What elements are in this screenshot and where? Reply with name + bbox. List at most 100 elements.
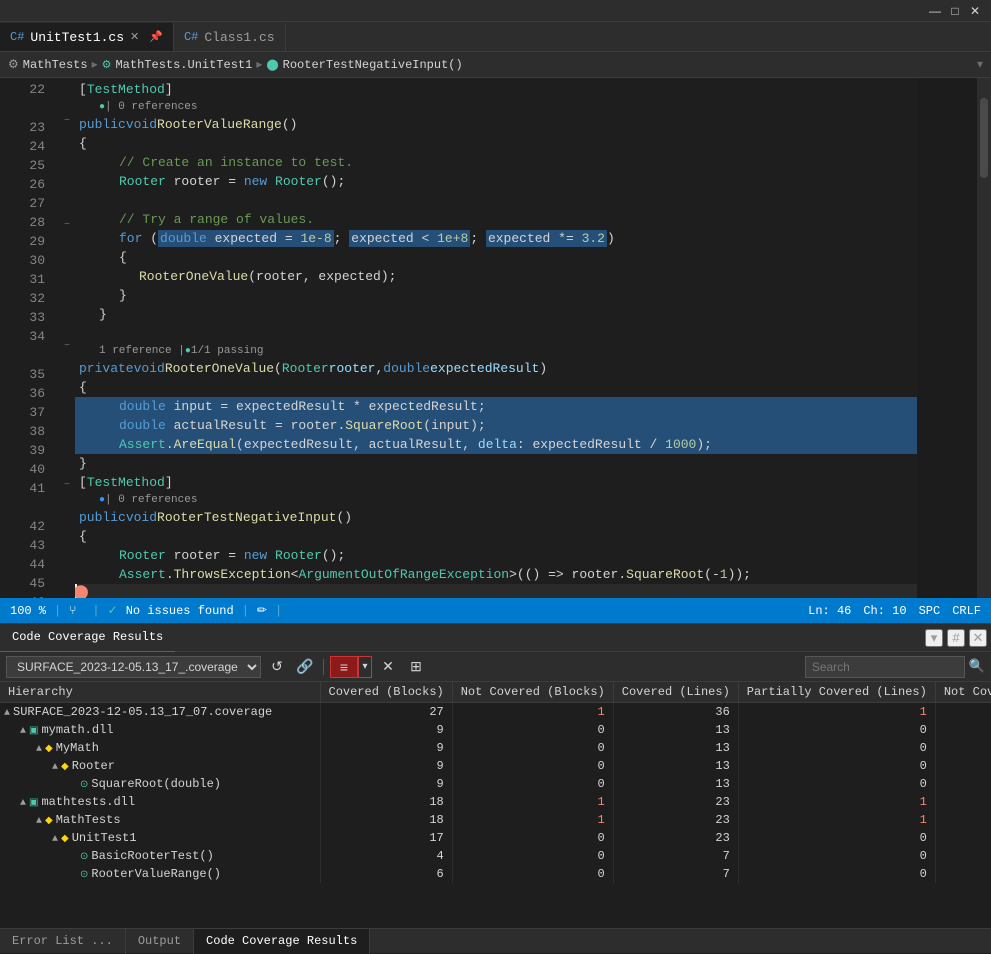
panel-dropdown-btn[interactable]: ▾ bbox=[925, 629, 943, 647]
th-not-covered-lines[interactable]: Not Covered (Lines bbox=[935, 682, 991, 703]
table-row[interactable]: ⊙SquareRoot(double) 9 0 13 0 0 bbox=[0, 775, 991, 793]
code-line-46: ⬤ } bbox=[75, 584, 917, 598]
scrollbar-thumb[interactable] bbox=[980, 98, 988, 178]
line-ending-info: CRLF bbox=[952, 604, 981, 618]
tab-unittest1cs[interactable]: C# UnitTest1.cs ✕ 📌 bbox=[0, 23, 174, 51]
code-line-44: Rooter rooter = new Rooter(); bbox=[75, 546, 917, 565]
breadcrumb-mathtest[interactable]: MathTests bbox=[23, 58, 88, 72]
coverage-table-body: ▲SURFACE_2023-12-05.13_17_07.coverage 27… bbox=[0, 703, 991, 884]
code-line-29: for (double expected = 1e-8; expected < … bbox=[75, 229, 917, 248]
th-covered-lines[interactable]: Covered (Lines) bbox=[613, 682, 738, 703]
line-num-31: 31 bbox=[8, 270, 51, 289]
table-row[interactable]: ⊙BasicRooterTest() 4 0 7 0 0 bbox=[0, 847, 991, 865]
line-num-38: 38 bbox=[8, 422, 51, 441]
editor-scrollbar[interactable] bbox=[977, 78, 991, 598]
code-line-37: double input = expectedResult * expected… bbox=[75, 397, 917, 416]
zoom-level[interactable]: 100 % bbox=[10, 604, 46, 618]
title-bar: — □ ✕ bbox=[0, 0, 991, 22]
highlight-arrow-btn[interactable]: ▾ bbox=[358, 656, 372, 678]
minimize-button[interactable]: — bbox=[927, 3, 943, 19]
panel-close-btn[interactable]: ✕ bbox=[969, 629, 987, 647]
export-btn[interactable]: ⊞ bbox=[404, 656, 428, 678]
table-row[interactable]: ▲▣mymath.dll 9 0 13 0 0 bbox=[0, 721, 991, 739]
code-editor[interactable]: [TestMethod] ● | 0 references public voi… bbox=[75, 78, 917, 598]
issues-text: No issues found bbox=[126, 604, 234, 618]
line-num-36: 36 bbox=[8, 384, 51, 403]
bottom-tab-coverage-results[interactable]: Code Coverage Results bbox=[194, 929, 370, 954]
line-num-23: 23 bbox=[8, 118, 51, 137]
link-btn[interactable]: 🔗 bbox=[293, 656, 317, 678]
panel-tab-coverage[interactable]: Code Coverage Results bbox=[0, 624, 175, 652]
breadcrumb-method-icon: ⬤ bbox=[266, 58, 278, 72]
th-not-covered-blocks[interactable]: Not Covered (Blocks) bbox=[452, 682, 613, 703]
breadcrumb-unittest[interactable]: MathTests.UnitTest1 bbox=[115, 58, 252, 72]
line-num-27: 27 bbox=[8, 194, 51, 213]
code-line-35: private void RooterOneValue(Rooter roote… bbox=[75, 359, 917, 378]
panel-tabs-left: Code Coverage Results bbox=[0, 624, 175, 652]
table-row[interactable]: ⊙RooterValueRange() 6 0 7 0 0 bbox=[0, 865, 991, 883]
maximize-button[interactable]: □ bbox=[947, 3, 963, 19]
close-button[interactable]: ✕ bbox=[967, 3, 983, 19]
toolbar-sep-1 bbox=[323, 659, 324, 675]
line-num-34: 34 bbox=[8, 327, 51, 346]
line-num-24: 24 bbox=[8, 137, 51, 156]
bottom-tab-error-list[interactable]: Error List ... bbox=[0, 929, 126, 954]
highlight-btn[interactable]: ≡ bbox=[330, 656, 358, 678]
table-row[interactable]: ▲SURFACE_2023-12-05.13_17_07.coverage 27… bbox=[0, 703, 991, 722]
th-partially-covered[interactable]: Partially Covered (Lines) bbox=[738, 682, 935, 703]
tab-close-icon[interactable]: ✕ bbox=[130, 30, 139, 44]
tab-pin-icon: 📌 bbox=[149, 30, 163, 44]
table-header-row: Hierarchy Covered (Blocks) Not Covered (… bbox=[0, 682, 991, 703]
code-line-25: // Create an instance to test. bbox=[75, 153, 917, 172]
delete-btn[interactable]: ✕ bbox=[376, 656, 400, 678]
collapse-btn-42[interactable]: − bbox=[59, 477, 75, 494]
panel-tab-bar: Code Coverage Results ▾ # ✕ bbox=[0, 624, 991, 652]
code-line-22: [TestMethod] bbox=[75, 80, 917, 99]
th-covered-blocks[interactable]: Covered (Blocks) bbox=[320, 682, 452, 703]
table-row[interactable]: ▲◆MathTests 18 1 23 1 0 bbox=[0, 811, 991, 829]
coverage-toolbar: SURFACE_2023-12-05.13_17_.coverage ↺ 🔗 ≡… bbox=[0, 652, 991, 682]
collapse-btn-23[interactable]: − bbox=[59, 113, 75, 130]
code-ref-35: 1 reference | ● 1/1 passing bbox=[75, 343, 917, 359]
coverage-table-wrapper[interactable]: Hierarchy Covered (Blocks) Not Covered (… bbox=[0, 682, 991, 928]
code-line-45: Assert.ThrowsException<ArgumentOutOfRang… bbox=[75, 565, 917, 584]
line-num-42: 42 bbox=[8, 517, 51, 536]
line-num-37: 37 bbox=[8, 403, 51, 422]
table-row[interactable]: ▲▣mathtests.dll 18 1 23 1 0 bbox=[0, 793, 991, 811]
code-line-28: // Try a range of values. bbox=[75, 210, 917, 229]
panel-pin-btn[interactable]: # bbox=[947, 629, 965, 647]
coverage-file-dropdown[interactable]: SURFACE_2023-12-05.13_17_.coverage bbox=[6, 656, 261, 678]
search-input[interactable] bbox=[805, 656, 965, 678]
line-num-46: 46 bbox=[8, 593, 51, 598]
line-num-41a: 41 bbox=[8, 479, 51, 498]
code-line-32: } bbox=[75, 286, 917, 305]
code-line-33: } bbox=[75, 305, 917, 324]
tab-class1cs[interactable]: C# Class1.cs bbox=[174, 23, 286, 51]
refresh-btn[interactable]: ↺ bbox=[265, 656, 289, 678]
collapse-btn-35[interactable]: − bbox=[59, 338, 75, 355]
code-ref-23: ● | 0 references bbox=[75, 99, 917, 115]
col-info: Ch: 10 bbox=[863, 604, 906, 618]
window-controls[interactable]: — □ ✕ bbox=[927, 3, 983, 19]
bottom-tab-bar: Error List ... Output Code Coverage Resu… bbox=[0, 928, 991, 953]
line-num-35a bbox=[8, 346, 51, 365]
code-line-36: { bbox=[75, 378, 917, 397]
breadcrumb-icon: ⚙ bbox=[8, 57, 19, 72]
code-line-42: public void RooterTestNegativeInput() bbox=[75, 508, 917, 527]
table-row[interactable]: ▲◆MyMath 9 0 13 0 0 bbox=[0, 739, 991, 757]
issues-check-icon: ✓ bbox=[108, 603, 118, 618]
th-hierarchy[interactable]: Hierarchy bbox=[0, 682, 320, 703]
status-sep-4: | bbox=[275, 604, 282, 618]
breadcrumb-method[interactable]: RooterTestNegativeInput() bbox=[283, 58, 463, 72]
line-num-23a bbox=[8, 99, 51, 118]
collapse-btn-29[interactable]: − bbox=[59, 217, 75, 234]
panel-controls: ▾ # ✕ bbox=[925, 629, 987, 647]
code-line-34 bbox=[75, 324, 917, 343]
editor-area: 22 23 24 25 26 27 28 29 30 31 32 33 34 3… bbox=[0, 78, 991, 598]
table-row[interactable]: ▲◆UnitTest1 17 0 23 0 0 bbox=[0, 829, 991, 847]
bottom-tab-output[interactable]: Output bbox=[126, 929, 194, 954]
table-row[interactable]: ▲◆Rooter 9 0 13 0 0 bbox=[0, 757, 991, 775]
code-line-39: Assert.AreEqual(expectedResult, actualRe… bbox=[75, 435, 917, 454]
bottom-panel: Code Coverage Results ▾ # ✕ SURFACE_2023… bbox=[0, 623, 991, 928]
line-num-43: 43 bbox=[8, 536, 51, 555]
